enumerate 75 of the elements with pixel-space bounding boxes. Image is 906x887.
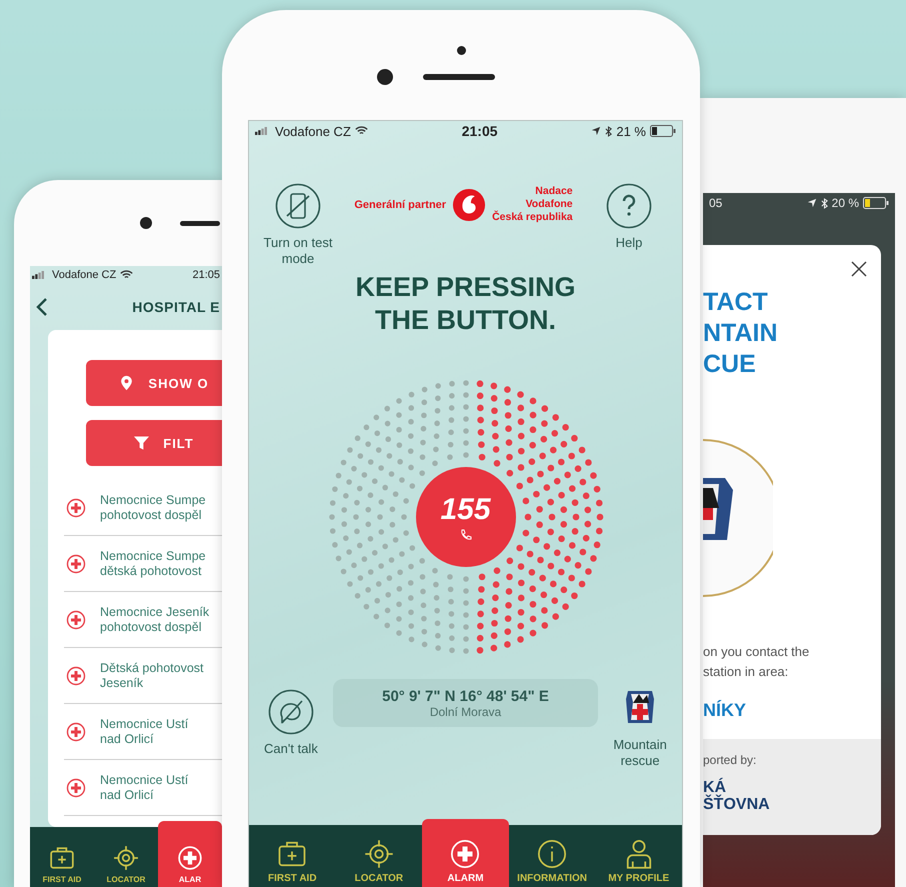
dialog-text: on you contact the station in area: bbox=[703, 643, 810, 681]
action-button[interactable]: FILT bbox=[86, 420, 222, 466]
carrier-name: Vodafone CZ bbox=[275, 124, 351, 138]
action-button[interactable]: SHOW O bbox=[86, 360, 222, 406]
emergency-call-button[interactable]: 155 bbox=[416, 467, 516, 567]
cross-icon bbox=[177, 845, 203, 871]
speech-mark-logo-icon bbox=[452, 188, 486, 222]
location-arrow-icon bbox=[806, 198, 817, 208]
hospital-cross-icon bbox=[66, 778, 86, 798]
crosshair-icon bbox=[113, 845, 139, 871]
speaker-icon bbox=[180, 220, 220, 226]
filter-icon bbox=[134, 435, 150, 451]
dialog-title: TACT NTAIN CUE bbox=[703, 287, 778, 380]
nav-tab[interactable]: FIRST AID bbox=[249, 825, 336, 887]
clock-time: 21:05 bbox=[462, 123, 498, 139]
help-icon[interactable] bbox=[606, 183, 652, 229]
sensor-icon bbox=[456, 46, 466, 54]
clock-time: 21:05 bbox=[192, 269, 221, 281]
bluetooth-icon bbox=[605, 126, 612, 136]
screen-title: HOSPITAL E bbox=[132, 299, 221, 315]
battery-percent: 20 % bbox=[832, 196, 859, 210]
battery-icon bbox=[650, 125, 676, 137]
first-aid-kit-icon bbox=[277, 839, 308, 869]
hospital-name[interactable]: Nemocnice Sumpe pohotovost dospěl bbox=[100, 492, 206, 522]
supported-label: ported by: bbox=[703, 753, 758, 767]
area-name: NÍKY bbox=[703, 700, 748, 721]
gps-coordinates: 50° 9' 7" N 16° 48' 54" E bbox=[382, 688, 549, 704]
mountain-rescue-label: Mountain rescue bbox=[612, 737, 668, 769]
hospital-name[interactable]: Nemocnice Ustí nad Orlicí bbox=[100, 716, 188, 746]
rescue-emblem-icon[interactable] bbox=[625, 689, 656, 725]
first-aid-kit-icon bbox=[49, 845, 75, 871]
carrier-name: Vodafone CZ bbox=[52, 269, 116, 281]
battery-icon bbox=[863, 197, 889, 209]
test-mode-label: Turn on test mode bbox=[262, 235, 334, 267]
location-arrow-icon bbox=[591, 126, 602, 136]
nav-tab[interactable]: ALAR bbox=[158, 821, 222, 887]
hospital-cross-icon bbox=[66, 498, 86, 518]
nav-tab[interactable]: LOCATOR bbox=[336, 825, 422, 887]
phone-off-icon[interactable] bbox=[275, 183, 321, 229]
close-icon[interactable] bbox=[851, 261, 867, 277]
mute-speech-icon[interactable] bbox=[268, 689, 314, 735]
nav-tab[interactable]: LOCATOR bbox=[94, 827, 158, 887]
partner-label: Generální partner bbox=[354, 198, 446, 210]
nav-tab[interactable]: INFORMATION bbox=[508, 825, 596, 887]
battery-percent: 21 % bbox=[616, 124, 646, 138]
bluetooth-icon bbox=[820, 198, 828, 208]
place-name: Dolní Morava bbox=[430, 704, 502, 718]
help-label: Help bbox=[616, 235, 642, 251]
wifi-icon bbox=[120, 270, 134, 280]
foundation-name: Nadace Vodafone Česká republika bbox=[492, 185, 573, 224]
pin-icon bbox=[119, 375, 134, 391]
cross-icon bbox=[450, 839, 480, 869]
nav-tab[interactable]: ALARM bbox=[422, 819, 509, 887]
nav-tab[interactable]: MY PROFILE bbox=[595, 825, 682, 887]
cant-talk-label: Can't talk bbox=[264, 741, 318, 757]
crosshair-icon bbox=[364, 839, 394, 869]
hospital-cross-icon bbox=[66, 666, 86, 686]
hospital-name[interactable]: Nemocnice Ustí nad Orlicí bbox=[100, 772, 188, 802]
hospital-name[interactable]: Nemocnice Sumpe dětská pohotovost bbox=[100, 548, 206, 578]
camera-icon bbox=[140, 217, 152, 229]
hospital-name[interactable]: Nemocnice Jeseník pohotovost dospěl bbox=[100, 604, 210, 634]
hospital-cross-icon bbox=[66, 554, 86, 574]
clock-time: 05 bbox=[709, 196, 722, 210]
hospital-cross-icon bbox=[66, 610, 86, 630]
hospital-cross-icon bbox=[66, 722, 86, 742]
nav-tab[interactable]: FIRST AID bbox=[30, 827, 94, 887]
info-icon bbox=[537, 839, 568, 869]
instruction-heading: KEEP PRESSING THE BUTTON. bbox=[354, 271, 577, 337]
sponsor-name: KÁ ŠŤOVNA bbox=[703, 779, 771, 813]
camera-icon bbox=[377, 68, 393, 84]
phone-icon bbox=[460, 529, 472, 541]
hospital-name[interactable]: Dětská pohotovost Jeseník bbox=[100, 660, 204, 690]
wifi-icon bbox=[354, 126, 368, 136]
speaker-icon bbox=[423, 74, 495, 80]
back-icon[interactable] bbox=[36, 297, 48, 317]
